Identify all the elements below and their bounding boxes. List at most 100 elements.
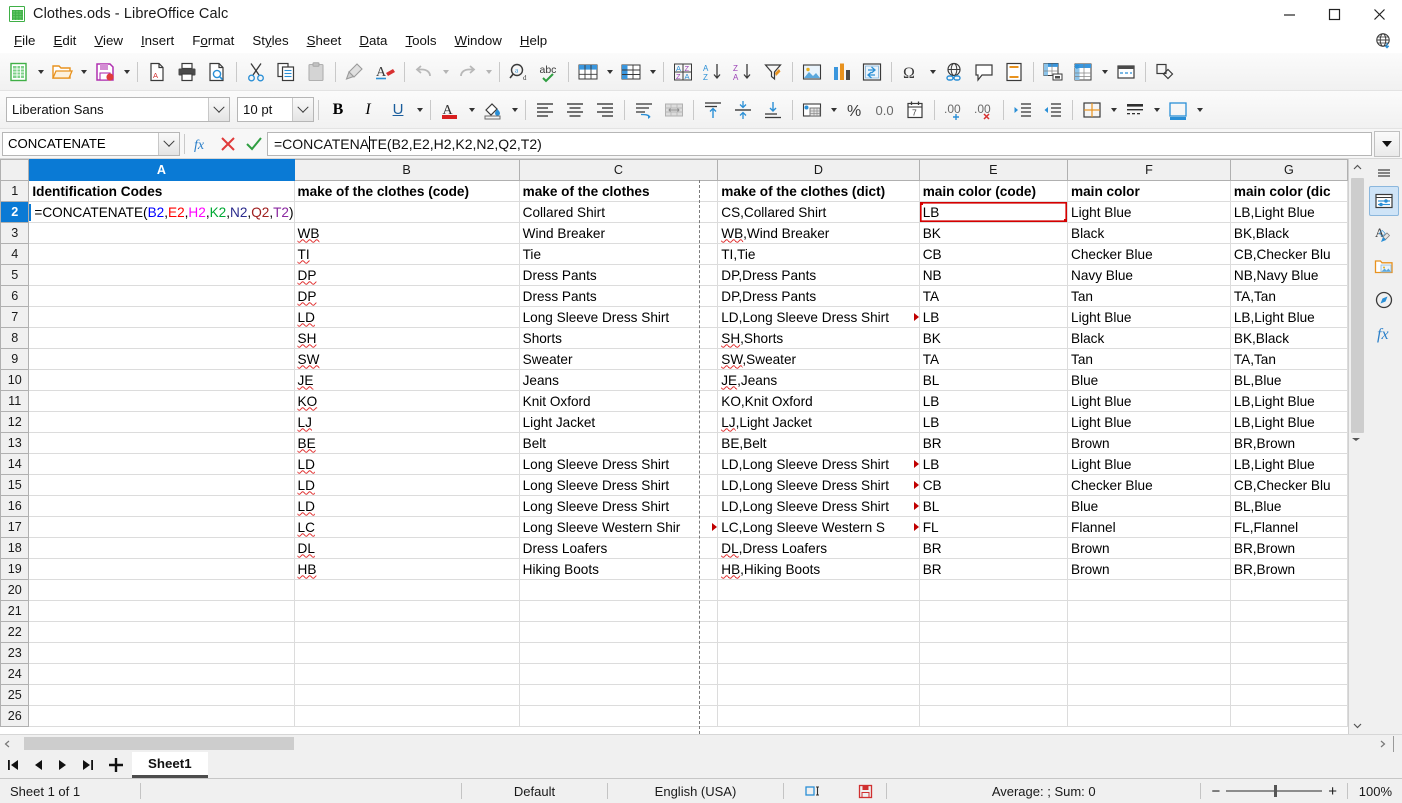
cell-A1[interactable]: Identification Codes bbox=[28, 180, 295, 202]
cell-A24[interactable] bbox=[28, 663, 295, 685]
cell-E22[interactable] bbox=[919, 621, 1069, 643]
cell-E25[interactable] bbox=[919, 684, 1069, 706]
cell-D3[interactable]: WB,Wind Breaker bbox=[717, 222, 920, 244]
cell-E16[interactable]: BL bbox=[919, 495, 1069, 517]
cell-F15[interactable]: Checker Blue bbox=[1067, 474, 1231, 496]
cell-A11[interactable] bbox=[28, 390, 295, 412]
properties-icon[interactable] bbox=[1369, 186, 1399, 216]
show-draw-functions-icon[interactable] bbox=[1150, 57, 1180, 87]
cell-D6[interactable]: DP,Dress Pants bbox=[717, 285, 920, 307]
cell-G16[interactable]: BL,Blue bbox=[1230, 495, 1348, 517]
zoom-slider[interactable]: − + bbox=[1201, 783, 1347, 800]
insert-hyperlink-icon[interactable] bbox=[939, 57, 969, 87]
export-pdf-icon[interactable]: A bbox=[142, 57, 172, 87]
cell-D8[interactable]: SH,Shorts bbox=[717, 327, 920, 349]
format-as-percent-icon[interactable]: % bbox=[840, 95, 870, 125]
cell-F6[interactable]: Tan bbox=[1067, 285, 1231, 307]
cell-G6[interactable]: TA,Tan bbox=[1230, 285, 1348, 307]
cell-C4[interactable]: Tie bbox=[519, 243, 719, 265]
cell-A15[interactable] bbox=[28, 474, 295, 496]
cell-E4[interactable]: CB bbox=[919, 243, 1069, 265]
cell-A9[interactable] bbox=[28, 348, 295, 370]
row-header-20[interactable]: 20 bbox=[0, 579, 30, 601]
define-print-area-icon[interactable] bbox=[1111, 57, 1141, 87]
close-button[interactable] bbox=[1357, 0, 1402, 28]
cell-C15[interactable]: Long Sleeve Dress Shirt bbox=[519, 474, 719, 496]
cell-C12[interactable]: Light Jacket bbox=[519, 411, 719, 433]
row-header-2[interactable]: 2 bbox=[0, 201, 30, 223]
font-name-dropdown-arrow[interactable] bbox=[208, 98, 229, 121]
row-header-23[interactable]: 23 bbox=[0, 642, 30, 664]
globe-language-icon[interactable] bbox=[1375, 32, 1392, 49]
cell-D4[interactable]: TI,Tie bbox=[717, 243, 920, 265]
cell-D1[interactable]: make of the clothes (dict) bbox=[717, 180, 920, 202]
cell-C1[interactable]: make of the clothes bbox=[519, 180, 719, 202]
menu-styles[interactable]: Styles bbox=[243, 30, 297, 51]
decrease-indent-icon[interactable] bbox=[1038, 95, 1068, 125]
scroll-up-button[interactable] bbox=[1348, 159, 1366, 176]
cell-A19[interactable] bbox=[28, 558, 295, 580]
corner-select-all[interactable] bbox=[0, 159, 30, 181]
cell-D5[interactable]: DP,Dress Pants bbox=[717, 264, 920, 286]
border-color-dropdown[interactable] bbox=[1193, 95, 1206, 125]
add-decimal-place-icon[interactable]: .00 bbox=[939, 95, 969, 125]
format-as-currency-icon[interactable] bbox=[797, 95, 827, 125]
minimize-button[interactable] bbox=[1267, 0, 1312, 28]
menu-window[interactable]: Window bbox=[446, 30, 511, 51]
new-document-dropdown[interactable] bbox=[34, 57, 47, 87]
row-header-4[interactable]: 4 bbox=[0, 243, 30, 265]
cell-G26[interactable] bbox=[1230, 705, 1348, 727]
row-header-18[interactable]: 18 bbox=[0, 537, 30, 559]
cell-D14[interactable]: LD,Long Sleeve Dress Shirt bbox=[717, 453, 920, 475]
cell-B1[interactable]: make of the clothes (code) bbox=[294, 180, 520, 202]
cell-B12[interactable]: LJ bbox=[294, 411, 520, 433]
cell-A20[interactable] bbox=[28, 579, 295, 601]
document-modified-icon[interactable] bbox=[844, 779, 886, 803]
cell-E13[interactable]: BR bbox=[919, 432, 1069, 454]
delete-decimal-place-icon[interactable]: .00 bbox=[969, 95, 999, 125]
cell-B23[interactable] bbox=[294, 642, 520, 664]
selection-mode-icon[interactable] bbox=[784, 779, 844, 803]
cell-C18[interactable]: Dress Loafers bbox=[519, 537, 719, 559]
cell-A8[interactable] bbox=[28, 327, 295, 349]
cell-E10[interactable]: BL bbox=[919, 369, 1069, 391]
insert-row-dropdown[interactable] bbox=[603, 57, 616, 87]
font-color-icon[interactable]: A bbox=[435, 95, 465, 125]
cell-F24[interactable] bbox=[1067, 663, 1231, 685]
cell-A25[interactable] bbox=[28, 684, 295, 706]
cell-D15[interactable]: LD,Long Sleeve Dress Shirt bbox=[717, 474, 920, 496]
row-header-3[interactable]: 3 bbox=[0, 222, 30, 244]
last-sheet-icon[interactable] bbox=[75, 752, 100, 778]
cell-A14[interactable] bbox=[28, 453, 295, 475]
column-header-f[interactable]: F bbox=[1067, 159, 1231, 181]
underline-button[interactable]: U bbox=[383, 95, 413, 125]
sort-ascending-icon[interactable]: AZ bbox=[698, 57, 728, 87]
save-icon[interactable] bbox=[90, 57, 120, 87]
cell-F23[interactable] bbox=[1067, 642, 1231, 664]
menu-format[interactable]: Format bbox=[183, 30, 243, 51]
cell-A26[interactable] bbox=[28, 705, 295, 727]
column-header-a[interactable]: A bbox=[28, 159, 295, 181]
insert-comment-icon[interactable] bbox=[969, 57, 999, 87]
scroll-down-button[interactable] bbox=[1348, 717, 1366, 734]
cell-D19[interactable]: HB,Hiking Boots bbox=[717, 558, 920, 580]
cancel-icon[interactable] bbox=[215, 131, 241, 157]
redo-dropdown[interactable] bbox=[482, 57, 495, 87]
background-color-icon[interactable] bbox=[478, 95, 508, 125]
align-center-vertically-icon[interactable] bbox=[728, 95, 758, 125]
print-preview-icon[interactable] bbox=[202, 57, 232, 87]
insert-column-dropdown[interactable] bbox=[646, 57, 659, 87]
cell-A4[interactable] bbox=[28, 243, 295, 265]
cell-B6[interactable]: DP bbox=[294, 285, 520, 307]
cell-E2[interactable]: LB bbox=[919, 201, 1069, 223]
clone-formatting-icon[interactable] bbox=[340, 57, 370, 87]
cell-F18[interactable]: Brown bbox=[1067, 537, 1231, 559]
row-header-10[interactable]: 10 bbox=[0, 369, 30, 391]
cell-B20[interactable] bbox=[294, 579, 520, 601]
vertical-scrollbar[interactable] bbox=[1348, 159, 1366, 734]
row-header-16[interactable]: 16 bbox=[0, 495, 30, 517]
cell-G7[interactable]: LB,Light Blue bbox=[1230, 306, 1348, 328]
cell-B22[interactable] bbox=[294, 621, 520, 643]
cell-D13[interactable]: BE,Belt bbox=[717, 432, 920, 454]
cell-B4[interactable]: TI bbox=[294, 243, 520, 265]
